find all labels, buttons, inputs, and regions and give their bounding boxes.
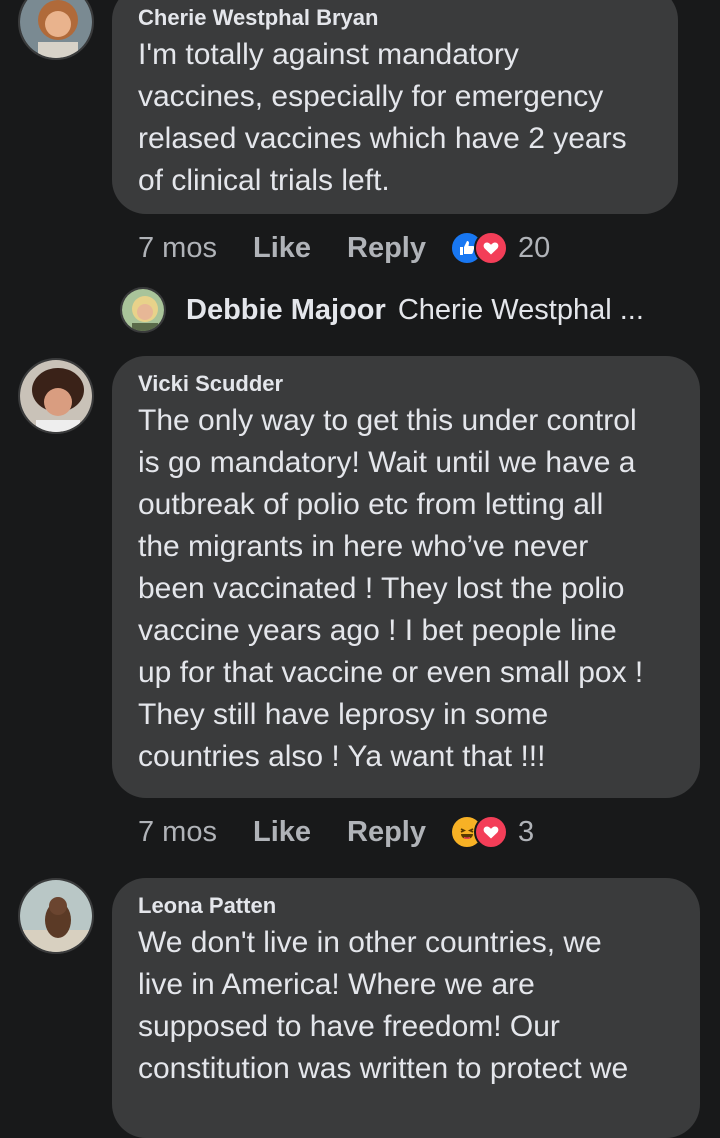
reply-button[interactable]: Reply [347,816,426,849]
reaction-summary[interactable]: 3 [450,815,534,849]
comment-timestamp[interactable]: 7 mos [138,232,217,265]
comment-bubble: Leona Patten We don't live in other coun… [112,878,700,1138]
avatar-image [20,880,92,952]
comment-author[interactable]: Vicki Scudder [138,370,674,398]
reply-author[interactable]: Debbie Majoor [186,294,386,327]
like-button[interactable]: Like [253,816,311,849]
comment-timestamp[interactable]: 7 mos [138,816,217,849]
avatar-vicki[interactable] [18,358,94,434]
comment-author[interactable]: Leona Patten [138,892,674,920]
reply-button[interactable]: Reply [347,232,426,265]
reaction-count: 20 [518,231,551,264]
avatar-image [20,360,92,432]
comment-bubble: Vicki Scudder The only way to get this u… [112,356,700,798]
like-button[interactable]: Like [253,232,311,265]
reply-snippet[interactable]: Cherie Westphal ... [398,294,644,327]
avatar-image [122,289,164,331]
reaction-count: 3 [518,815,535,848]
comment-actions: 7 mos Like Reply 20 [138,228,550,268]
comment-text: We don't live in other countries, we liv… [138,926,629,1085]
reaction-summary[interactable]: 20 [450,231,550,265]
comment-bubble: Cherie Westphal Bryan I'm totally agains… [112,0,678,214]
comment-actions: 7 mos Like Reply 3 [138,812,534,852]
avatar-leona[interactable] [18,878,94,954]
love-icon [474,231,508,265]
avatar-image [20,0,92,58]
comment-text: I'm totally against mandatory vaccines, … [138,38,627,197]
comment-author[interactable]: Cherie Westphal Bryan [138,4,652,32]
avatar-debbie[interactable] [120,287,166,333]
avatar-cherie[interactable] [18,0,94,60]
love-icon [474,815,508,849]
comment-text: The only way to get this under control i… [138,404,644,773]
reply-preview[interactable]: Debbie Majoor Cherie Westphal ... [120,286,644,334]
